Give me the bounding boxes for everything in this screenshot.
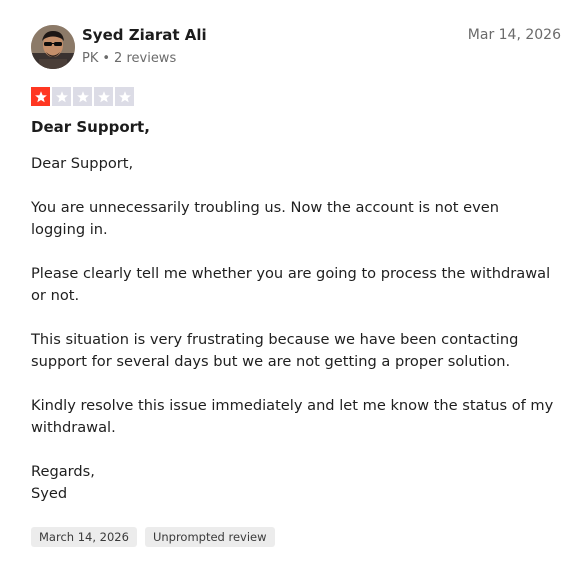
reviewer-meta: PK • 2 reviews (82, 51, 176, 66)
star-icon (76, 90, 89, 102)
avatar-photo-icon (31, 25, 75, 69)
experience-date-tag: March 14, 2026 (31, 527, 137, 547)
review-body: Dear Support, You are unnecessarily trou… (31, 153, 556, 505)
closing-line: Regards, (31, 463, 95, 480)
star-rating (31, 87, 134, 106)
review-card: Syed Ziarat Ali PK • 2 reviews Mar 14, 202… (0, 0, 578, 562)
star-empty-icon (52, 87, 71, 106)
star-empty-icon (115, 87, 134, 106)
review-title[interactable]: Dear Support, (31, 118, 150, 136)
review-tags: March 14, 2026 Unprompted review (31, 527, 275, 547)
review-paragraph: Dear Support, (31, 155, 134, 172)
star-empty-icon (73, 87, 92, 106)
avatar[interactable] (31, 25, 75, 69)
review-paragraph: Please clearly tell me whether you are g… (31, 265, 551, 304)
review-paragraph: This situation is very frustrating becau… (31, 331, 519, 370)
reviewer-reviews-count[interactable]: 2 reviews (114, 51, 176, 66)
review-closing: Regards, Syed (31, 461, 556, 505)
reviewer-country: PK (82, 51, 99, 66)
review-header: Syed Ziarat Ali PK • 2 reviews Mar 14, 202… (31, 25, 561, 71)
closing-line: Syed (31, 485, 68, 502)
review-date: Mar 14, 2026 (467, 27, 561, 43)
star-filled-icon (31, 87, 50, 106)
review-type-tag[interactable]: Unprompted review (144, 527, 275, 547)
star-empty-icon (94, 87, 113, 106)
review-paragraph: You are unnecessarily troubling us. Now … (31, 199, 499, 238)
star-icon (34, 90, 47, 102)
star-icon (118, 90, 131, 102)
star-icon (97, 90, 110, 102)
reviewer-name[interactable]: Syed Ziarat Ali (82, 26, 207, 44)
review-paragraph: Kindly resolve this issue immediately an… (31, 397, 554, 436)
meta-separator: • (102, 51, 111, 66)
star-icon (55, 90, 68, 102)
